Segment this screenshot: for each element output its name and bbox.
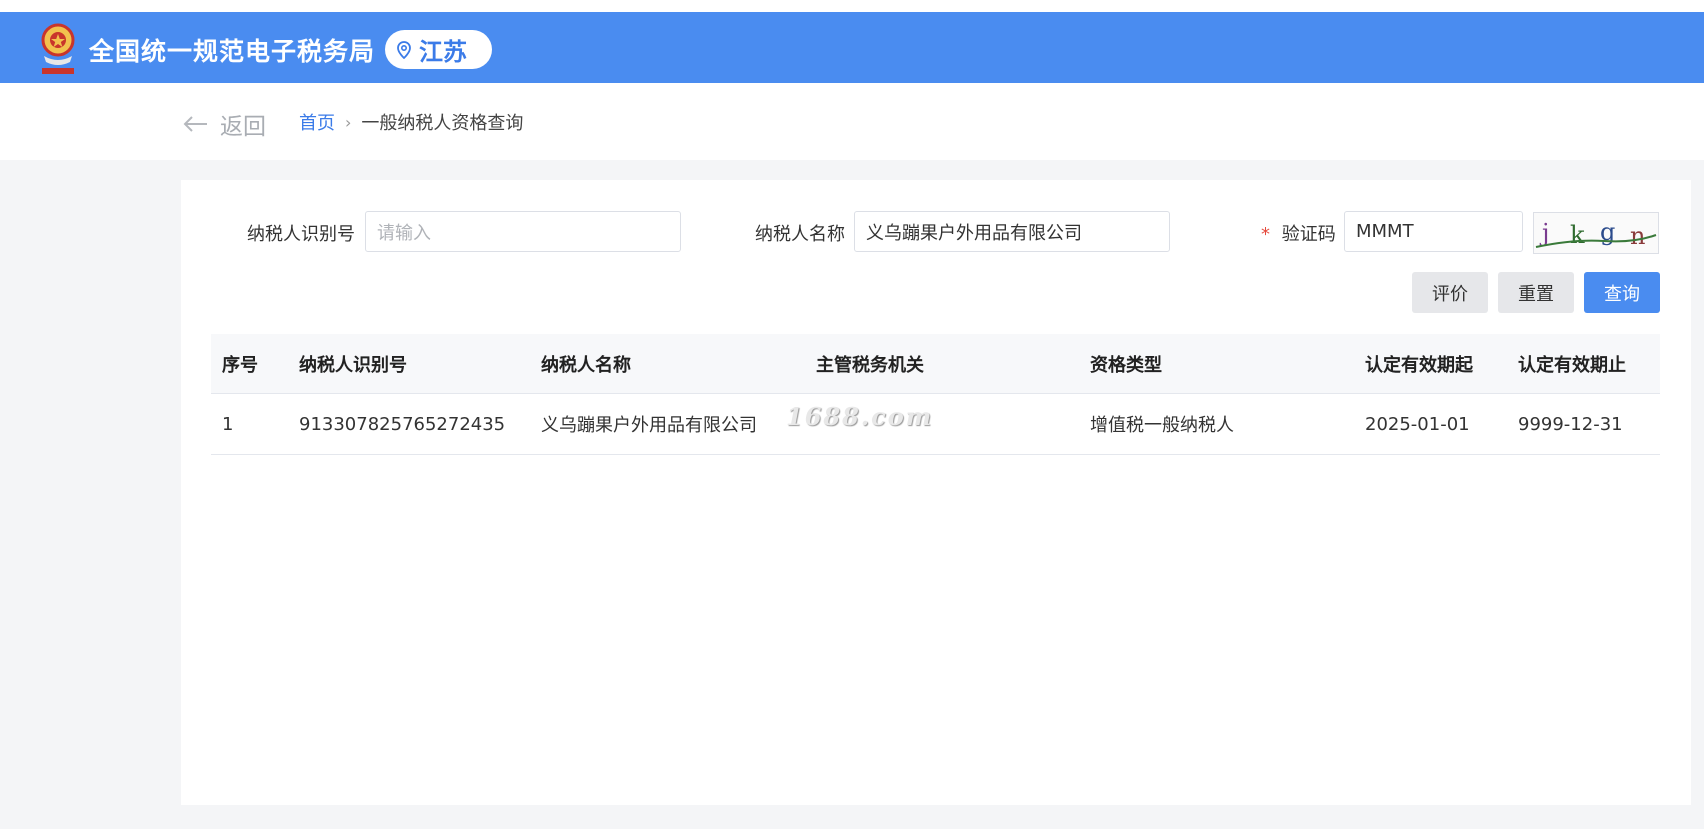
results-table: 序号 纳税人识别号 纳税人名称 主管税务机关 资格类型 认定有效期起 认定有效期… [211, 334, 1660, 455]
svg-text:k: k [1570, 221, 1585, 249]
cell-valid-to: 9999-12-31 [1518, 413, 1623, 435]
location-pin-icon [397, 40, 411, 59]
table-row[interactable]: 1 913307825765272435 义乌蹦果户外用品有限公司 增值税一般纳… [211, 394, 1660, 455]
browser-top-strip [0, 0, 1704, 12]
site-header: 全国统一规范电子税务局 江苏 [0, 12, 1704, 83]
column-header-tax-authority: 主管税务机关 [816, 354, 924, 376]
captcha-image[interactable]: j k g n [1533, 212, 1659, 254]
captcha-input[interactable]: MMMT [1344, 211, 1523, 252]
reset-button[interactable]: 重置 [1498, 272, 1574, 313]
column-header-valid-to: 认定有效期止 [1518, 354, 1626, 376]
column-header-qualification-type: 资格类型 [1090, 354, 1162, 376]
cell-valid-from: 2025-01-01 [1365, 413, 1470, 435]
table-header: 序号 纳税人识别号 纳税人名称 主管税务机关 资格类型 认定有效期起 认定有效期… [211, 334, 1660, 394]
taxpayer-name-input[interactable]: 义乌蹦果户外用品有限公司 [854, 211, 1170, 252]
arrow-left-icon [183, 116, 207, 132]
navigation-bar: 返回 首页 › 一般纳税人资格查询 [0, 83, 1704, 160]
column-header-valid-from: 认定有效期起 [1365, 354, 1473, 376]
back-button[interactable]: 返回 [182, 107, 266, 141]
cell-taxpayer-name: 义乌蹦果户外用品有限公司 [541, 415, 757, 436]
captcha-label-group: * 验证码 [1261, 220, 1336, 246]
taxpayer-id-input[interactable]: 请输入 [365, 211, 681, 252]
breadcrumb-current: 一般纳税人资格查询 [361, 113, 524, 134]
query-panel: 纳税人识别号 请输入 纳税人名称 义乌蹦果户外用品有限公司 * 验证码 MMMT… [181, 180, 1691, 805]
back-label: 返回 [220, 114, 266, 140]
required-mark: * [1261, 224, 1270, 245]
captcha-label: 验证码 [1281, 224, 1336, 245]
watermark: 1688.com [786, 402, 934, 431]
taxpayer-name-label: 纳税人名称 [755, 224, 845, 245]
breadcrumb: 首页 › 一般纳税人资格查询 [299, 109, 523, 135]
column-header-taxpayer-id: 纳税人识别号 [299, 354, 407, 376]
tax-emblem-icon [41, 23, 75, 74]
breadcrumb-separator: › [345, 112, 352, 132]
query-button[interactable]: 查询 [1584, 272, 1660, 313]
svg-text:j: j [1539, 219, 1549, 247]
breadcrumb-home-link[interactable]: 首页 [299, 109, 335, 135]
region-label: 江苏 [419, 38, 467, 66]
cell-qualification-type: 增值税一般纳税人 [1090, 415, 1234, 436]
evaluate-button[interactable]: 评价 [1412, 272, 1488, 313]
column-header-taxpayer-name: 纳税人名称 [541, 354, 631, 376]
cell-taxpayer-id: 913307825765272435 [299, 413, 506, 435]
site-title: 全国统一规范电子税务局 [89, 37, 376, 66]
svg-text:n: n [1630, 222, 1645, 250]
taxpayer-id-label: 纳税人识别号 [247, 224, 355, 245]
cell-index: 1 [222, 413, 234, 435]
column-header-index: 序号 [222, 354, 258, 376]
region-selector[interactable]: 江苏 [385, 30, 492, 69]
